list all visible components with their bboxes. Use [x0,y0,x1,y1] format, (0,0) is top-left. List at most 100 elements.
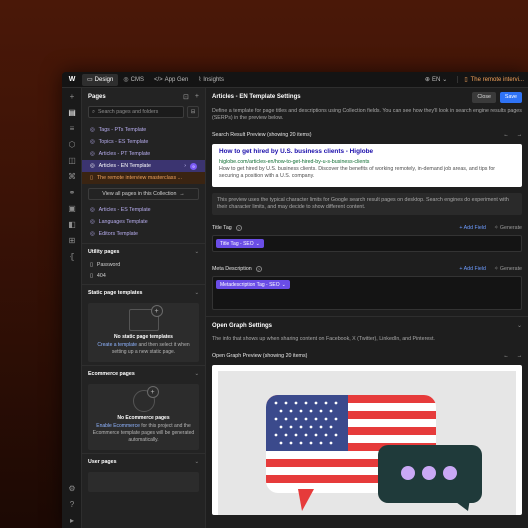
utility-page-404[interactable]: ▯ 404 [82,270,205,281]
pages-icon[interactable]: ▤ [62,104,82,120]
title-tag-input[interactable]: Title Tag - SEO ⌄ [212,235,522,252]
page-settings-panel: Articles - EN Template Settings Close Sa… [206,88,528,528]
page-item-current[interactable]: ▯ The remote interview masterclass ... [82,172,205,184]
tab-cms[interactable]: ◎ CMS [118,74,149,86]
page-search: ⌕ Search pages and folders ⊟ [88,106,199,118]
locale-label: EN [431,76,441,83]
chart-icon: ⌇ [198,77,202,83]
page-item-selected[interactable]: ◎ Articles - EN Template › 9 [82,160,205,172]
arrow-right-icon[interactable]: → [517,353,522,359]
arrow-right-icon: → [179,191,185,197]
serp-heading-row: Search Result Preview (showing 20 items)… [206,128,528,142]
settings-gear-icon[interactable]: ⚙ [62,480,82,496]
save-button[interactable]: Save [499,91,522,103]
static-templates-header[interactable]: Static page templates ⌄ [82,284,205,300]
help-icon[interactable]: ? [235,225,242,231]
add-page-icon[interactable]: + [195,93,199,101]
add-icon[interactable]: + [62,88,82,104]
styles-icon[interactable]: ⌘ [62,168,82,184]
ecommerce-empty: + No Ecommerce pages Enable Ecommerce fo… [88,384,199,450]
video-icon[interactable]: ▸ [62,512,82,528]
us-flag-chat-illustration [266,395,482,511]
search-input[interactable]: ⌕ Search pages and folders [88,106,184,118]
tab-app-gen[interactable]: </> App Gen [149,74,193,86]
code-icon: </> [153,76,163,83]
page-item-label: The remote interview masterclass ... [96,175,182,181]
view-all-label: View all pages in this Collection [102,191,177,197]
page-item[interactable]: ◎ Articles - ES Template [82,204,205,216]
enable-ecommerce-link[interactable]: Enable Ecommerce [96,423,140,429]
navigator-icon[interactable]: ≡ [62,120,82,136]
design-icon: ▭ [87,77,93,83]
filter-button[interactable]: ⊟ [187,106,199,118]
page-item-label: Editors Template [98,231,138,237]
page-item[interactable]: ◎ Languages Template [82,216,205,228]
settings-badge[interactable]: 9 [190,162,197,170]
collection-page-icon: ◎ [90,219,95,225]
create-template-link[interactable]: Create a template [97,342,137,348]
cms-icon: ◎ [123,77,129,83]
utility-page-password[interactable]: ▯ Password [82,259,205,270]
page-item-label: Articles - ES Template [98,207,151,213]
meta-description-input[interactable]: Metadescription Tag - SEO ⌄ [212,276,522,310]
page-item-label: Articles - PT Template [98,151,151,157]
apps-icon[interactable]: ⚭ [62,184,82,200]
page-icon: ▯ [90,272,93,279]
page-item[interactable]: ◎ Editors Template [82,228,205,240]
user-pages-header[interactable]: User pages ⌄ [82,453,205,469]
cms-rail-icon[interactable]: ◧ [62,216,82,232]
arrow-right-icon[interactable]: → [517,132,522,138]
variables-icon[interactable]: ◫ [62,152,82,168]
chevron-down-icon: ⌄ [255,240,260,247]
ecommerce-icon[interactable]: ⊞ [62,232,82,248]
utility-pages-header[interactable]: Utility pages ⌄ [82,243,205,259]
serp-heading: Search Result Preview (showing 20 items) [212,132,312,138]
ecommerce-pages-header[interactable]: Ecommerce pages ⌄ [82,365,205,381]
current-page-selector[interactable]: ▯ The remote intervi... [457,76,524,83]
page-template-icon: ▯ [464,77,468,83]
arrow-left-icon[interactable]: ← [503,353,508,359]
view-all-pages-button[interactable]: View all pages in this Collection → [88,188,199,200]
static-templates-empty: + No static page templates Create a temp… [88,303,199,362]
locale-selector[interactable]: ⊕ EN ⌄ [424,76,448,84]
add-field-button[interactable]: + Add Field [459,266,486,272]
page-item[interactable]: ◎ Tags - PTs Template [82,124,205,136]
open-graph-header[interactable]: Open Graph Settings ⌄ [206,316,528,334]
item-page-icon: ▯ [90,175,93,181]
generate-button[interactable]: ✧ Generate [494,266,522,272]
close-button[interactable]: Close [472,91,496,103]
add-folder-icon[interactable]: ⊡ [183,93,189,101]
serp-info-note: This preview uses the typical character … [212,193,522,215]
tab-insights[interactable]: ⌇ Insights [193,74,229,86]
pages-panel: Pages ⊡ + ⌕ Search pages and folders ⊟ ◎… [82,88,206,528]
title-tag-field-chip[interactable]: Title Tag - SEO ⌄ [216,239,264,248]
top-bar: W ▭ Design ◎ CMS </> App Gen ⌇ Insights … [62,72,528,88]
empty-title: No Ecommerce pages [117,415,170,421]
template-illustration-icon: + [128,305,163,331]
settings-description: Define a template for page titles and de… [212,108,522,121]
settings-title: Articles - EN Template Settings [212,94,301,100]
tab-design[interactable]: ▭ Design [82,73,119,86]
chevron-down-icon: ⌄ [442,77,448,83]
generate-label: Generate [499,266,522,272]
add-field-button[interactable]: + Add Field [459,225,486,231]
help-icon[interactable]: ? [255,266,262,272]
section-title: Static page templates [88,289,143,296]
chevron-down-icon: ⌄ [194,370,199,377]
collection-page-icon: ◎ [90,139,95,145]
generate-button[interactable]: ✧ Generate [494,225,522,231]
page-item[interactable]: ◎ Articles - PT Template [82,148,205,160]
meta-description-field-chip[interactable]: Metadescription Tag - SEO ⌄ [216,280,290,289]
assets-icon[interactable]: ▣ [62,200,82,216]
filter-icon: ⊟ [190,109,196,115]
serp-title: How to get hired by U.S. business client… [219,148,374,155]
generate-label: Generate [499,225,522,231]
help-icon[interactable]: ? [62,496,82,512]
users-icon[interactable]: ⦃ [62,248,82,264]
page-item[interactable]: ◎ Topics - ES Template [82,136,205,148]
arrow-left-icon[interactable]: ← [503,132,508,138]
collection-page-icon: ◎ [90,127,95,133]
webflow-logo[interactable]: W [62,76,82,83]
components-icon[interactable]: ⬡ [62,136,82,152]
globe-icon: ⊕ [424,77,430,83]
